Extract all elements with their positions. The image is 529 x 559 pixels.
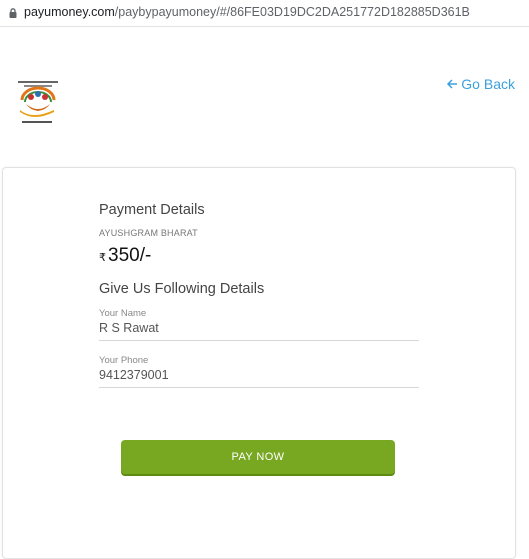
payment-details-title: Payment Details (99, 202, 205, 218)
phone-input[interactable] (99, 366, 419, 388)
amount-value: 350/- (108, 245, 152, 266)
name-field-group: Your Name (99, 308, 419, 341)
phone-label: Your Phone (99, 355, 149, 366)
arrow-left-icon (447, 79, 458, 89)
go-back-label: Go Back (461, 76, 515, 92)
details-title: Give Us Following Details (99, 281, 265, 297)
merchant-name: AYUSHGRAM BHARAT (99, 228, 198, 238)
lock-icon (9, 8, 17, 18)
merchant-logo (18, 81, 58, 123)
payment-amount: ₹350/- (99, 245, 151, 267)
name-input[interactable] (99, 319, 419, 341)
url-host: payumoney.com (24, 5, 115, 19)
go-back-link[interactable]: Go Back (446, 76, 515, 92)
name-label: Your Name (99, 308, 147, 319)
phone-field-group: Your Phone (99, 355, 419, 388)
pay-now-button[interactable]: PAY NOW (121, 440, 395, 474)
rupee-icon: ₹ (99, 252, 106, 264)
url-text: payumoney.com/paybypayumoney/#/86FE03D19… (24, 5, 470, 19)
address-bar[interactable]: payumoney.com/paybypayumoney/#/86FE03D19… (0, 0, 529, 27)
payment-card: Payment Details AYUSHGRAM BHARAT ₹350/- … (2, 167, 516, 559)
url-path: /paybypayumoney/#/86FE03D19DC2DA251772D1… (114, 5, 470, 19)
